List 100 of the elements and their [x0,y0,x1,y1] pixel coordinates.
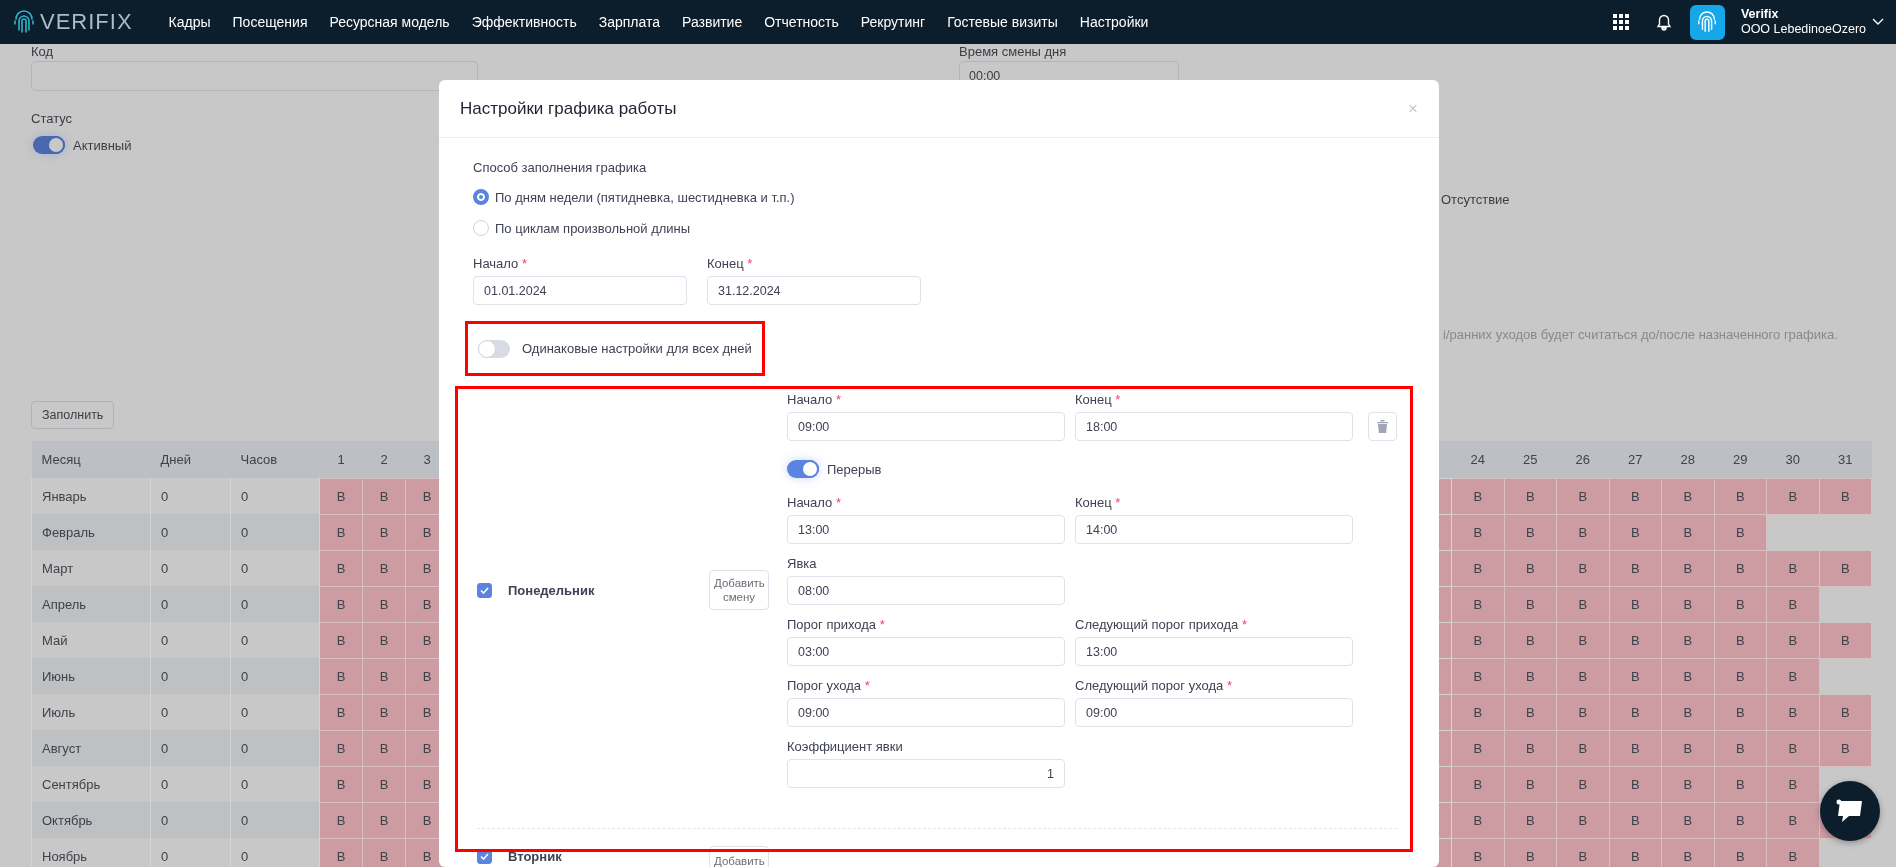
table-cell: В [1556,478,1609,514]
table-cell: В [362,766,406,802]
radio-button[interactable] [473,189,489,205]
table-cell: 0 [230,838,320,867]
toggle-switch[interactable] [33,136,65,154]
delete-button[interactable] [1368,412,1397,441]
table-cell: В [1504,730,1557,766]
table-cell: В [1661,586,1714,622]
time-field[interactable]: 09:00 [787,698,1065,727]
fingerprint-logo-icon [12,10,36,34]
column-header: Месяц [31,441,151,478]
field-label: Коэффициент явки [787,739,904,755]
date-field[interactable]: 31.12.2024 [707,276,921,305]
table-cell: В [1661,550,1714,586]
hint-text: i/ранних уходов будет считаться до/после назначенного графика. [1443,327,1839,342]
field-label: Конец * [1075,495,1122,511]
table-cell: В [1766,622,1819,658]
nav-item[interactable]: Развитие [682,14,743,30]
table-cell: В [362,694,406,730]
table-cell: В [1661,478,1714,514]
checkbox[interactable] [477,582,492,598]
grid-icon[interactable] [1612,14,1629,30]
table-cell: В [1766,730,1819,766]
table-cell: В [1661,694,1714,730]
table-cell: В [362,802,406,838]
table-cell: В [1766,550,1819,586]
field-label: Порог ухода * [787,678,871,694]
column-header: 31 [1819,441,1872,478]
table-cell: В [1451,622,1504,658]
radio-label: Отсутствие [1441,192,1511,207]
table-cell: В [1609,658,1662,694]
table-cell: В [1766,658,1819,694]
table-cell: В [1714,514,1767,550]
time-field[interactable]: 08:00 [787,576,1065,605]
table-cell: В [1504,622,1557,658]
table-cell: Ноябрь [31,838,151,867]
table-cell: 0 [150,478,231,514]
nav-item[interactable]: Настройки [1079,14,1149,30]
table-cell: В [1451,658,1504,694]
nav-item[interactable]: Рекрутинг [860,14,926,30]
column-header: 25 [1504,441,1557,478]
time-field[interactable]: 09:00 [787,412,1065,441]
date-field[interactable]: 01.01.2024 [473,276,687,305]
table-cell: В [1819,694,1872,730]
table-cell: В [1451,802,1504,838]
column-header: Часов [230,441,320,478]
table-cell: 0 [230,766,320,802]
table-cell: 0 [230,658,320,694]
add-shift-button[interactable]: Добавить смену [709,570,769,610]
time-field[interactable]: 03:00 [787,637,1065,666]
table-cell: Апрель [31,586,151,622]
nav-item[interactable]: Гостевые визиты [947,14,1058,30]
table-cell: В [1556,550,1609,586]
table-cell: В [1766,586,1819,622]
field-label: Начало * [787,392,842,408]
number-field[interactable]: 1 [787,759,1065,788]
nav-item[interactable]: Посещения [232,14,308,30]
table-cell: В [319,658,363,694]
table-cell: В [1609,586,1662,622]
time-field[interactable]: 13:00 [1075,637,1353,666]
table-cell: В [1609,550,1662,586]
fill-button[interactable]: Заполнить [31,401,115,429]
table-cell: 0 [150,694,231,730]
toggle-switch[interactable] [478,339,510,358]
nav-item[interactable]: Эффективность [471,14,577,30]
nav-item[interactable]: Зарплата [598,14,661,30]
table-cell: 0 [230,586,320,622]
table-cell: В [1451,586,1504,622]
table-cell: 0 [230,622,320,658]
table-cell: В [1609,802,1662,838]
toggle-switch[interactable] [787,460,819,478]
nav-item[interactable]: Отчетность [764,14,839,30]
chevron-down-icon[interactable] [1872,18,1884,26]
bell-icon[interactable] [1655,13,1672,31]
table-cell: В [1714,730,1767,766]
nav-item[interactable]: Кадры [168,14,211,30]
field-label: Начало * [473,256,528,272]
table-cell: В [1556,730,1609,766]
field-label: Следующий порог ухода * [1075,678,1233,694]
table-cell: В [1714,802,1767,838]
table-cell: В [1766,802,1819,838]
table-cell: В [362,730,406,766]
table-cell: Июнь [31,658,151,694]
table-cell: В [362,550,406,586]
table-cell: В [1766,766,1819,802]
table-cell: 0 [150,802,231,838]
nav-item[interactable]: Ресурсная модель [329,14,450,30]
time-field[interactable]: 13:00 [787,515,1065,544]
table-cell: В [362,514,406,550]
field-label: Конец * [1075,392,1122,408]
add-shift-button[interactable]: Добавить [709,846,769,867]
user-name: Verifix [1740,7,1780,22]
table-cell: Август [31,730,151,766]
time-field[interactable]: 09:00 [1075,698,1353,727]
table-cell: 0 [150,658,231,694]
time-field[interactable]: 14:00 [1075,515,1353,544]
time-field[interactable]: 18:00 [1075,412,1353,441]
code-field[interactable] [31,61,478,91]
table-cell: В [1451,478,1504,514]
table-cell: В [1504,586,1557,622]
